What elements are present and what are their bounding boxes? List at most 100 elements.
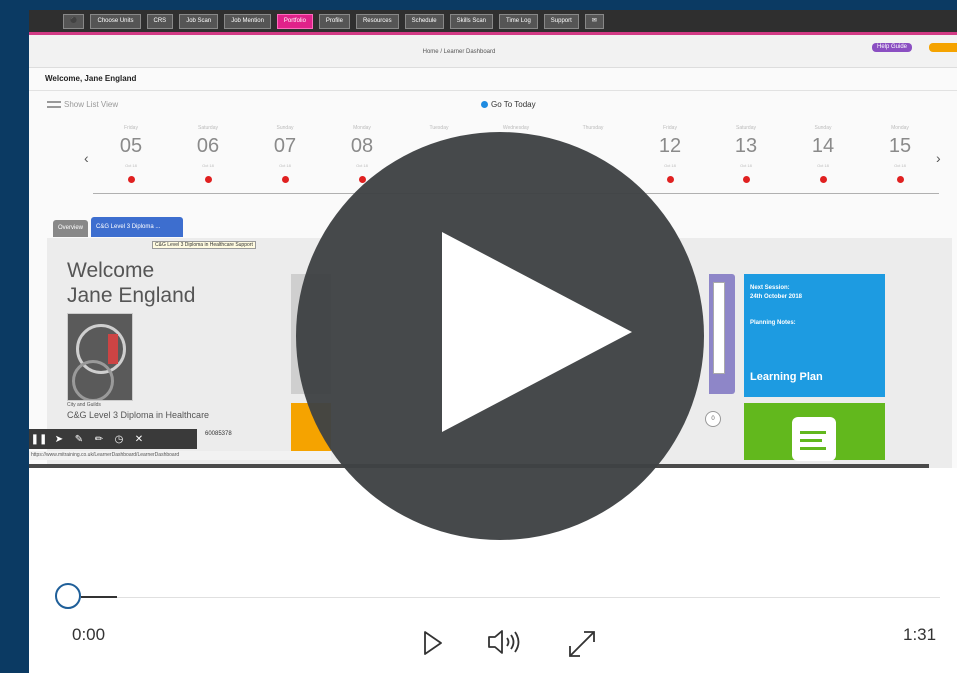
breadcrumb: Home / Learner Dashboard (422, 49, 496, 55)
calendar-day: Saturday 06 Oct 18 (181, 125, 235, 183)
learner-number: 60085378 (205, 431, 232, 437)
status-url: https://www.mitraining.co.uk/LearnerDash… (29, 451, 331, 460)
current-time: 0:00 (72, 625, 106, 644)
next-session-text: Next Session: 24th October 2018 (750, 284, 802, 302)
welcome-heading: Welcome, Jane England (45, 74, 137, 83)
volume-icon (488, 630, 520, 654)
calendar-day: Sunday 14 Oct 18 (796, 125, 850, 183)
event-dot (281, 176, 289, 183)
tab-overview: Overview (53, 220, 89, 237)
annotation-toolbar: ❚❚ ➤ ✎ ✏ ◷ ✕ (29, 429, 197, 449)
day-number: 06 (196, 135, 220, 157)
breadcrumb-bar: Home / Learner Dashboard Help Guide (29, 35, 957, 68)
course-tabs: Overview C&G Level 3 Diploma ... (53, 217, 184, 237)
nav-item-active: Portfolio (276, 13, 313, 29)
show-list-view-label: Show List View (64, 100, 119, 109)
orange-tab (929, 43, 957, 52)
next-session-card: Next Session: 24th October 2018 Planning… (744, 274, 885, 397)
day-name: Tuesday (429, 125, 449, 131)
day-number: 13 (734, 135, 758, 157)
today-dot-icon (481, 101, 488, 108)
nav-item: Skills Scan (449, 13, 493, 29)
awarding-body: City and Guilds (67, 402, 101, 408)
event-dot (127, 176, 135, 183)
nav-home-icon: ⚫ (63, 13, 85, 29)
day-name: Saturday (735, 125, 756, 131)
nav-item: Time Log (499, 13, 538, 29)
volume-button[interactable] (487, 628, 525, 661)
calendar-day: Saturday 13 Oct 18 (719, 125, 773, 183)
document-icon (792, 417, 836, 461)
day-month: Oct 18 (125, 163, 137, 168)
total-time: 1:31 (903, 625, 937, 644)
day-month: Oct 18 (740, 163, 752, 168)
day-month: Oct 18 (894, 163, 906, 168)
lms-navbar: ⚫ Choose Units CRS Job Scan Job Mention … (29, 10, 957, 32)
lilac-card (709, 274, 735, 394)
day-name: Thursday (582, 125, 604, 131)
fullscreen-icon (569, 631, 595, 657)
nav-item: Support (543, 13, 579, 29)
pause-icon: ❚❚ (30, 433, 48, 445)
day-number: 05 (119, 135, 143, 157)
tab-course: C&G Level 3 Diploma ... (91, 217, 184, 237)
calendar-day: Monday 15 Oct 18 (873, 125, 927, 183)
divider (29, 90, 957, 91)
event-dot (819, 176, 827, 183)
help-guide-button: Help Guide (872, 43, 913, 52)
learner-photo (67, 313, 133, 401)
nav-item: Resources (355, 13, 399, 29)
day-name: Saturday (197, 125, 218, 131)
pointer-icon: ➤ (54, 433, 64, 445)
event-dot (204, 176, 212, 183)
day-name: Monday (353, 125, 371, 131)
play-button[interactable] (423, 630, 443, 661)
day-number: 12 (658, 135, 682, 157)
day-name: Friday (663, 125, 677, 131)
progress-played (81, 596, 117, 598)
next-session-label: Next Session: (750, 285, 790, 291)
go-to-today-label: Go To Today (491, 100, 536, 109)
event-dot (666, 176, 674, 183)
calendar-day: Thursday (566, 125, 620, 133)
planning-notes-label: Planning Notes: (750, 320, 796, 326)
go-to-today: Go To Today (481, 100, 536, 109)
nav-item: CRS (146, 13, 174, 29)
day-month: Oct 18 (356, 163, 368, 168)
day-name: Friday (124, 125, 138, 131)
nav-item: Job Scan (179, 13, 219, 29)
chevron-left-icon: ‹ (84, 150, 89, 166)
day-number: 15 (888, 135, 912, 157)
day-month: Oct 18 (279, 163, 291, 168)
welcome-word: Welcome (67, 259, 155, 282)
next-session-date: 24th October 2018 (750, 294, 803, 300)
tab-tooltip: C&G Level 3 Diploma in Healthcare Suppor… (152, 241, 256, 249)
calendar-day: Tuesday (412, 125, 466, 133)
progress-handle[interactable] (55, 583, 81, 609)
fullscreen-button[interactable] (566, 628, 598, 665)
card-scrollbar (713, 282, 725, 374)
day-month: Oct 18 (664, 163, 676, 168)
nav-item: Job Mention (224, 13, 271, 29)
show-list-view: Show List View (47, 100, 118, 109)
day-month: Oct 18 (817, 163, 829, 168)
calendar-day: Friday 05 Oct 18 (104, 125, 158, 183)
day-month: Oct 18 (202, 163, 214, 168)
calendar-day: Sunday 07 Oct 18 (258, 125, 312, 183)
highlighter-icon: ✏ (94, 433, 104, 445)
progress-bar[interactable] (117, 597, 940, 598)
timer-icon: ◷ (114, 433, 124, 445)
close-icon: ✕ (134, 433, 144, 445)
day-number: 14 (811, 135, 835, 157)
calendar-day: Friday 12 Oct 18 (643, 125, 697, 183)
big-play-icon (442, 232, 632, 432)
course-name: C&G Level 3 Diploma in Healthcare (67, 410, 210, 420)
event-dot (742, 176, 750, 183)
day-name: Sunday (276, 125, 294, 131)
nav-item: Choose Units (90, 13, 141, 29)
day-number: 07 (273, 135, 297, 157)
pen-icon: ✎ (74, 433, 84, 445)
day-name: Sunday (814, 125, 832, 131)
nav-item: Schedule (404, 13, 444, 29)
day-name: Monday (891, 125, 909, 131)
